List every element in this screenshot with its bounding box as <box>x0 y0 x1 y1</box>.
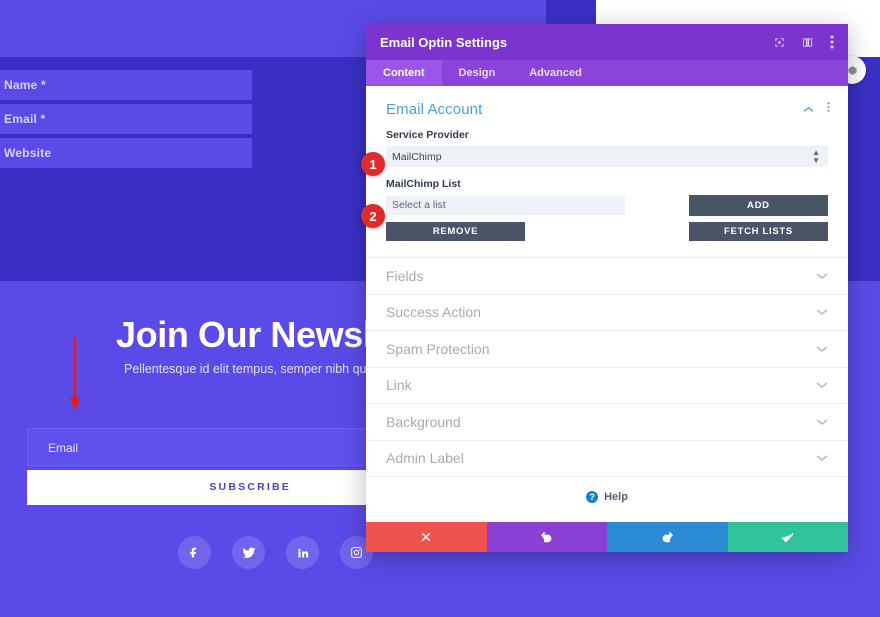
social-links <box>178 536 373 569</box>
accordion-admin-label[interactable]: Admin Label <box>366 441 848 477</box>
help-label: Help <box>604 491 628 503</box>
facebook-link[interactable] <box>178 536 211 569</box>
accordion-link[interactable]: Link <box>366 368 848 404</box>
accordion-background[interactable]: Background <box>366 404 848 441</box>
chevron-down-icon <box>816 413 828 431</box>
page-dark-chip <box>546 0 596 24</box>
chevron-down-icon <box>816 267 828 285</box>
bg-field-name-label: Name * <box>4 78 46 92</box>
email-account-section-header[interactable]: Email Account <box>366 86 848 118</box>
fetch-lists-button[interactable]: FETCH LISTS <box>689 222 828 241</box>
bg-field-email-label: Email * <box>4 112 46 126</box>
mailchimp-list-input[interactable]: Select a list <box>386 196 625 215</box>
help-link[interactable]: ? Help <box>366 477 848 517</box>
tab-advanced[interactable]: Advanced <box>512 60 599 86</box>
section-header-actions <box>803 100 830 118</box>
accordion-admin-label-label: Admin Label <box>386 450 464 467</box>
modal-title: Email Optin Settings <box>380 34 508 50</box>
fullscreen-icon[interactable] <box>774 37 785 48</box>
mailchimp-list-buttons: REMOVE FETCH LISTS <box>366 216 848 241</box>
modal-body: Email Account Service Provider MailChimp… <box>366 86 848 522</box>
accordion-link-label: Link <box>386 377 412 394</box>
newsletter-email-placeholder: Email <box>48 441 79 455</box>
select-arrows-icon: ▲ ▼ <box>812 147 820 165</box>
accordion-success-action[interactable]: Success Action <box>366 295 848 331</box>
accordion-spam-protection-label: Spam Protection <box>386 340 490 357</box>
accordion-success-action-label: Success Action <box>386 304 481 321</box>
facebook-icon <box>190 547 197 558</box>
accordion-fields-label: Fields <box>386 267 424 284</box>
red-down-arrow <box>69 338 81 411</box>
layout-toggle-icon[interactable] <box>802 37 813 48</box>
modal-tabs: Content Design Advanced <box>366 60 848 86</box>
tab-design[interactable]: Design <box>442 60 513 86</box>
subscribe-button[interactable]: SUBSCRIBE <box>27 470 387 505</box>
twitter-link[interactable] <box>232 536 265 569</box>
bg-field-email[interactable]: Email * <box>0 104 252 134</box>
twitter-icon <box>242 547 255 558</box>
redo-button[interactable] <box>607 522 728 552</box>
service-provider-select[interactable]: MailChimp ▲ ▼ <box>386 146 828 167</box>
save-button[interactable] <box>727 522 848 552</box>
chevron-down-icon <box>816 449 828 467</box>
service-provider-label: Service Provider <box>386 129 469 141</box>
linkedin-icon <box>297 548 308 557</box>
check-icon <box>781 532 794 542</box>
close-icon <box>422 532 431 542</box>
accordion-fields[interactable]: Fields <box>366 258 848 295</box>
remove-button[interactable]: REMOVE <box>386 222 525 241</box>
bg-field-name[interactable]: Name * <box>0 70 252 100</box>
email-account-title: Email Account <box>386 100 483 118</box>
cancel-button[interactable] <box>366 522 487 552</box>
newsletter-email-input[interactable]: Email <box>27 428 387 466</box>
modal-header: Email Optin Settings <box>366 24 848 60</box>
accordion-background-label: Background <box>386 413 461 430</box>
redo-icon <box>662 531 674 543</box>
tab-content[interactable]: Content <box>366 60 442 86</box>
callout-badge-1: 1 <box>361 152 385 176</box>
instagram-icon <box>351 547 362 558</box>
chevron-up-icon[interactable] <box>803 100 814 118</box>
chevron-down-icon <box>816 340 828 358</box>
undo-icon <box>540 531 552 543</box>
bg-field-website[interactable]: Website <box>0 138 252 168</box>
more-vertical-icon[interactable] <box>830 35 834 49</box>
modal-action-bar <box>366 522 848 552</box>
linkedin-link[interactable] <box>286 536 319 569</box>
accordion-spam-protection[interactable]: Spam Protection <box>366 331 848 368</box>
undo-button[interactable] <box>486 522 607 552</box>
modal-header-actions <box>774 35 834 49</box>
question-circle-icon: ? <box>586 491 599 503</box>
email-optin-settings-modal: Email Optin Settings Content Design Adva… <box>366 24 848 552</box>
bg-field-website-label: Website <box>4 146 52 160</box>
service-provider-value: MailChimp <box>392 150 442 163</box>
mailchimp-list-row: Select a list ADD <box>366 195 848 216</box>
section-more-vertical-icon[interactable] <box>827 100 830 118</box>
screen: Name * Email * Website Join Our Newslett… <box>0 0 880 617</box>
chevron-down-icon <box>816 376 828 394</box>
callout-badge-2: 2 <box>361 204 385 228</box>
add-button[interactable]: ADD <box>688 195 828 216</box>
subscribe-button-label: SUBSCRIBE <box>209 481 291 493</box>
chevron-down-icon <box>816 303 828 321</box>
mailchimp-list-label: MailChimp List <box>386 178 461 190</box>
